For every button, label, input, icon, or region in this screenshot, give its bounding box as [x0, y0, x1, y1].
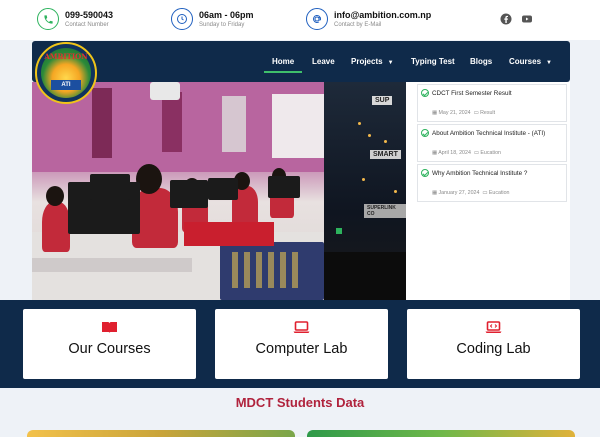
street-sign-smart: SMART: [370, 150, 401, 159]
contact-phone-label: Contact Number: [65, 22, 109, 28]
nav-typing-test[interactable]: Typing Test: [411, 57, 455, 66]
folder-icon: ▭: [473, 110, 479, 116]
laptop-icon: [293, 321, 310, 334]
post-category[interactable]: Eucation: [480, 150, 501, 156]
nav-projects[interactable]: Projects ▼: [351, 57, 394, 66]
street-sign-sup: SUP: [372, 96, 393, 105]
contact-hours-label: Sunday to Friday: [199, 22, 245, 28]
check-circle-icon: [421, 89, 429, 97]
logo-text: AMBITION: [44, 52, 88, 61]
students-data-title: MDCT Students Data: [235, 395, 365, 410]
folder-icon: ▭: [473, 150, 479, 156]
clock-icon: [171, 8, 193, 30]
contact-email[interactable]: info@ambition.com.np Contact by E-Mail: [306, 8, 431, 30]
facebook-icon[interactable]: [500, 12, 512, 25]
street-sign-superlink: SUPERLINK CO: [364, 204, 406, 218]
code-laptop-icon: [485, 321, 502, 334]
at-icon: [306, 8, 328, 30]
recent-posts: CDCT First Semester Result ▦ May 21, 202…: [406, 82, 570, 300]
post-date: April 18, 2024: [438, 150, 471, 156]
post-title[interactable]: CDCT First Semester Result: [432, 90, 512, 97]
nav-leave[interactable]: Leave: [312, 57, 335, 66]
feature-label: Coding Lab: [456, 341, 531, 357]
feature-label: Computer Lab: [255, 341, 348, 357]
chevron-down-icon: ▼: [546, 60, 552, 66]
contact-hours: 06am - 06pm Sunday to Friday: [171, 8, 254, 30]
post-meta: ▦ January 27, 2024 ▭ Eucation: [432, 190, 510, 196]
calendar-icon: ▦: [432, 190, 438, 196]
feature-label: Our Courses: [68, 341, 151, 357]
logo[interactable]: AMBITION ATI: [35, 42, 97, 104]
post-category[interactable]: Eucation: [489, 190, 510, 196]
post-item[interactable]: Why Ambition Technical Institute ? ▦ Jan…: [417, 164, 567, 202]
feature-card-computer-lab[interactable]: Computer Lab: [215, 309, 388, 379]
nav-courses[interactable]: Courses ▼: [509, 57, 552, 66]
logo-badge: ATI: [51, 80, 81, 90]
chevron-down-icon: ▼: [387, 60, 394, 66]
post-meta: ▦ May 21, 2024 ▭ Result: [432, 110, 495, 116]
hero-photo-street: SUP SMART SUPERLINK CO: [324, 82, 406, 300]
nav-projects-label: Projects: [351, 57, 383, 66]
feature-card-courses[interactable]: Our Courses: [23, 309, 196, 379]
contact-hours-value: 06am - 06pm: [199, 10, 254, 20]
youtube-icon[interactable]: [521, 12, 533, 24]
calendar-icon: ▦: [432, 150, 438, 156]
nav-courses-label: Courses: [509, 57, 542, 66]
top-contact-bar: 099-590043 Contact Number 06am - 06pm Su…: [0, 0, 600, 40]
post-meta: ▦ April 18, 2024 ▭ Eucation: [432, 150, 501, 156]
post-category[interactable]: Result: [480, 110, 495, 116]
post-date: May 21, 2024: [438, 110, 471, 116]
book-icon: [101, 321, 118, 334]
contact-email-value: info@ambition.com.np: [334, 10, 432, 20]
post-item[interactable]: CDCT First Semester Result ▦ May 21, 202…: [417, 84, 567, 122]
nav-blogs[interactable]: Blogs: [470, 57, 492, 66]
folder-icon: ▭: [482, 190, 488, 196]
contact-phone-value: 099-590043: [65, 10, 114, 20]
stat-card: [27, 430, 295, 437]
nav-home[interactable]: Home: [263, 57, 303, 73]
stat-card: [307, 430, 575, 437]
check-circle-icon: [421, 129, 429, 137]
post-date: January 27, 2024: [438, 190, 480, 196]
calendar-icon: ▦: [432, 110, 438, 116]
post-title[interactable]: About Ambition Technical Institute - (AT…: [432, 130, 545, 137]
contact-phone[interactable]: 099-590043 Contact Number: [37, 8, 113, 30]
check-circle-icon: [421, 169, 429, 177]
post-item[interactable]: About Ambition Technical Institute - (AT…: [417, 124, 567, 162]
contact-email-label: Contact by E-Mail: [334, 22, 382, 28]
post-title[interactable]: Why Ambition Technical Institute ?: [432, 170, 527, 177]
hero-photo-lab: [32, 82, 324, 300]
feature-card-coding-lab[interactable]: Coding Lab: [407, 309, 580, 379]
phone-icon: [37, 8, 59, 30]
